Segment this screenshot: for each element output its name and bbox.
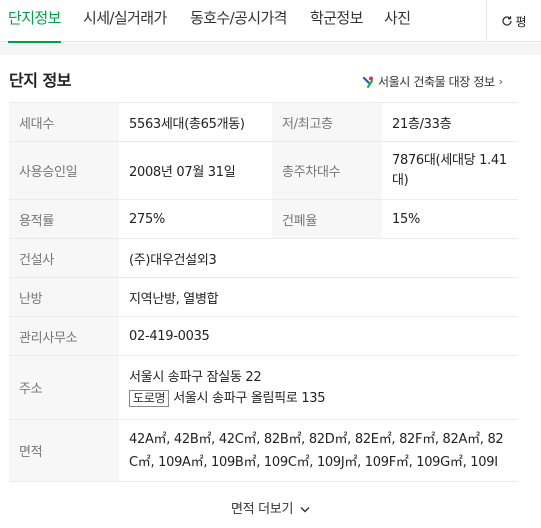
- address-label: 주소: [9, 355, 119, 420]
- households-label: 세대수: [9, 102, 119, 142]
- area-value-cell: 42A㎡, 42B㎡, 42C㎡, 82B㎡, 82D㎡, 82E㎡, 82F㎡…: [119, 419, 518, 482]
- table-row: 난방 지역난방, 열병합: [9, 277, 518, 317]
- table-row: 관리사무소 02-419-0035: [9, 316, 518, 356]
- table-row: 용적률 275% 건폐율 15%: [9, 199, 518, 239]
- chevron-down-icon: [300, 507, 310, 513]
- parking-label: 총주차대수: [272, 141, 382, 200]
- building-coverage-value: 15%: [382, 199, 518, 239]
- heating-label: 난방: [9, 277, 119, 317]
- complex-info-section: 단지 정보 서울시 건축물 대장 정보 › 세대수 5563세대(총65개동) …: [0, 55, 541, 528]
- tab-label: 학군정보: [310, 9, 363, 27]
- road-address: 서울시 송파구 올림픽로 135: [173, 390, 326, 406]
- unit-toggle-label: 평: [515, 14, 527, 29]
- tab-label: 시세/실거래가: [83, 9, 167, 27]
- table-row: 건설사 (주)대우건설외3: [9, 238, 518, 278]
- refresh-icon: [502, 16, 513, 26]
- approval-date-label: 사용승인일: [9, 141, 119, 200]
- section-divider: [0, 43, 541, 55]
- tab-complex-info[interactable]: 단지정보: [8, 0, 61, 43]
- management-office-phone: 02-419-0035: [119, 316, 518, 356]
- tab-unit-price[interactable]: 동호수/공시가격: [190, 0, 287, 42]
- seoul-building-registry-link[interactable]: 서울시 건축물 대장 정보 ›: [361, 73, 503, 90]
- table-row: 면적 42A㎡, 42B㎡, 42C㎡, 82B㎡, 82D㎡, 82E㎡, 8…: [9, 419, 518, 482]
- lot-address: 서울시 송파구 잠실동 22: [129, 369, 262, 385]
- chevron-right-icon: ›: [498, 75, 503, 88]
- building-coverage-label: 건폐율: [272, 199, 382, 239]
- table-row: 주소 서울시 송파구 잠실동 22 도로명 서울시 송파구 올림픽로 135: [9, 355, 518, 420]
- parking-value: 7876대(세대당 1.41대): [382, 141, 518, 200]
- table-row: 사용승인일 2008년 07월 31일 총주차대수 7876대(세대당 1.41…: [9, 141, 518, 200]
- tab-label: 동호수/공시가격: [190, 9, 287, 27]
- floors-value: 21층/33층: [382, 102, 518, 142]
- more-button-label: 면적 더보기: [231, 502, 294, 517]
- section-title: 단지 정보: [9, 71, 71, 90]
- tab-bar: 단지정보 시세/실거래가 동호수/공시가격 학군정보 사진 평: [0, 0, 541, 43]
- table-row: 세대수 5563세대(총65개동) 저/최고층 21층/33층: [9, 102, 518, 142]
- seoul-logo-icon: [362, 76, 374, 88]
- approval-date-value: 2008년 07월 31일: [119, 141, 272, 200]
- link-label: 서울시 건축물 대장 정보: [378, 75, 495, 89]
- floors-label: 저/최고층: [272, 102, 382, 142]
- road-address-line: 도로명 서울시 송파구 올림픽로 135: [129, 388, 508, 409]
- complex-info-table: 세대수 5563세대(총65개동) 저/최고층 21층/33층 사용승인일 20…: [9, 102, 518, 482]
- management-office-label: 관리사무소: [9, 316, 119, 356]
- floor-area-ratio-value: 275%: [119, 199, 272, 239]
- builder-value: (주)대우건설외3: [119, 238, 518, 278]
- households-value: 5563세대(총65개동): [119, 102, 272, 142]
- tab-label: 단지정보: [8, 9, 61, 27]
- road-name-tag: 도로명: [129, 389, 170, 407]
- builder-label: 건설사: [9, 238, 119, 278]
- area-more-button[interactable]: 면적 더보기: [0, 498, 541, 517]
- area-value: 42A㎡, 42B㎡, 42C㎡, 82B㎡, 82D㎡, 82E㎡, 82F㎡…: [129, 431, 504, 470]
- unit-toggle-button[interactable]: 평: [486, 0, 541, 42]
- area-label: 면적: [9, 419, 119, 482]
- tab-price[interactable]: 시세/실거래가: [83, 0, 167, 42]
- heating-value: 지역난방, 열병합: [119, 277, 518, 317]
- floor-area-ratio-label: 용적률: [9, 199, 119, 239]
- tab-photos[interactable]: 사진: [384, 0, 411, 42]
- tab-label: 사진: [384, 9, 411, 27]
- address-value: 서울시 송파구 잠실동 22 도로명 서울시 송파구 올림픽로 135: [119, 355, 518, 420]
- tab-school[interactable]: 학군정보: [310, 0, 363, 42]
